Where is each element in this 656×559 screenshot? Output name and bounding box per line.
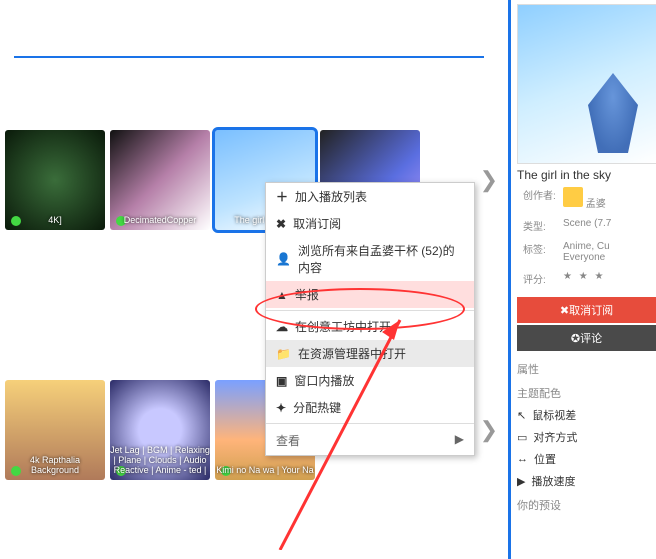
cursor-icon: ↖ bbox=[517, 409, 526, 422]
next-page-icon[interactable]: ❯ bbox=[480, 417, 498, 443]
meta-val: Anime, Cu Everyone bbox=[559, 238, 611, 266]
section-heading: 你的预设 bbox=[517, 497, 656, 513]
meta-key: 类型: bbox=[519, 215, 557, 236]
menu-open-resource-manager[interactable]: 📁 在资源管理器中打开 bbox=[266, 340, 474, 367]
menu-label: 查看 bbox=[276, 432, 300, 449]
menu-label: 加入播放列表 bbox=[295, 188, 367, 205]
thumb-item[interactable]: 4K] bbox=[5, 130, 105, 230]
play-icon: ▶ bbox=[517, 475, 525, 488]
menu-separator bbox=[266, 423, 474, 424]
meta-val: Scene (7.7 bbox=[559, 215, 611, 236]
key-icon: ✦ bbox=[276, 401, 286, 415]
menu-label: 在资源管理器中打开 bbox=[298, 345, 406, 362]
menu-label: 分配热键 bbox=[293, 399, 341, 416]
thumb-item[interactable]: DecimatedCopper bbox=[110, 130, 210, 230]
thumb-item[interactable]: 4k Rapthalia Background bbox=[5, 380, 105, 480]
folder-icon: 📁 bbox=[276, 347, 291, 361]
meta-val: 孟婆 bbox=[559, 184, 611, 213]
thumb-caption: Jet Lag | BGM | Relaxing | Plane | Cloud… bbox=[110, 446, 210, 476]
menu-play-in-window[interactable]: ▣ 窗口内播放 bbox=[266, 367, 474, 394]
prop-label: 播放速度 bbox=[531, 473, 575, 489]
comment-button[interactable]: ✪评论 bbox=[517, 325, 656, 351]
context-menu: ＋ 加入播放列表 ✖ 取消订阅 👤 浏览所有来自孟婆干杯 (52)的内容 ▲ 举报 ☁ 在… bbox=[265, 182, 475, 456]
menu-separator bbox=[266, 310, 474, 311]
section-heading: 主题配色 bbox=[517, 385, 656, 401]
close-icon: ✖ bbox=[276, 217, 286, 231]
meta-key: 评分: bbox=[519, 268, 557, 289]
menu-label: 浏览所有来自孟婆干杯 (52)的内容 bbox=[298, 242, 464, 276]
meta-table: 创作者: 孟婆 类型:Scene (7.7 标签:Anime, Cu Every… bbox=[517, 182, 613, 291]
meta-key: 标签: bbox=[519, 238, 557, 266]
author-name[interactable]: 孟婆 bbox=[586, 199, 606, 210]
warning-icon: ▲ bbox=[276, 288, 288, 302]
prop-parallax[interactable]: ↖ 鼠标视差 bbox=[517, 407, 656, 423]
avatar bbox=[563, 187, 583, 207]
menu-label: 取消订阅 bbox=[293, 215, 341, 232]
chevron-right-icon: ▶ bbox=[455, 432, 464, 449]
plus-icon: ＋ bbox=[276, 188, 288, 205]
menu-unsubscribe[interactable]: ✖ 取消订阅 bbox=[266, 210, 474, 237]
wallpaper-title: The girl in the sky bbox=[517, 168, 656, 182]
menu-open-workshop[interactable]: ☁ 在创意工坊中打开 bbox=[266, 313, 474, 340]
preview-image bbox=[517, 4, 656, 164]
prop-label: 对齐方式 bbox=[533, 429, 577, 445]
menu-browse-author[interactable]: 👤 浏览所有来自孟婆干杯 (52)的内容 bbox=[266, 237, 474, 281]
menu-assign-hotkey[interactable]: ✦ 分配热键 bbox=[266, 394, 474, 421]
unsubscribe-button[interactable]: ✖取消订阅 bbox=[517, 297, 656, 323]
menu-add-playlist[interactable]: ＋ 加入播放列表 bbox=[266, 183, 474, 210]
cloud-icon: ☁ bbox=[276, 320, 288, 334]
menu-label: 举报 bbox=[295, 286, 319, 303]
menu-report[interactable]: ▲ 举报 bbox=[266, 281, 474, 308]
move-icon: ↔ bbox=[517, 453, 528, 465]
menu-label: 在创意工坊中打开 bbox=[295, 318, 391, 335]
prop-position[interactable]: ↔ 位置 bbox=[517, 451, 656, 467]
thumb-caption: 4K] bbox=[5, 216, 105, 226]
thumb-caption: DecimatedCopper bbox=[110, 216, 210, 226]
align-icon: ▭ bbox=[517, 431, 527, 444]
window-icon: ▣ bbox=[276, 374, 287, 388]
user-icon: 👤 bbox=[276, 252, 291, 266]
next-page-icon[interactable]: ❯ bbox=[480, 167, 498, 193]
section-heading: 属性 bbox=[517, 361, 656, 377]
prop-label: 鼠标视差 bbox=[532, 407, 576, 423]
prop-speed[interactable]: ▶ 播放速度 bbox=[517, 473, 656, 489]
thumb-item[interactable]: Jet Lag | BGM | Relaxing | Plane | Cloud… bbox=[110, 380, 210, 480]
thumb-caption: 4k Rapthalia Background bbox=[5, 456, 105, 476]
menu-view[interactable]: 查看 ▶ bbox=[266, 426, 474, 455]
prop-label: 位置 bbox=[534, 451, 556, 467]
detail-panel: The girl in the sky 创作者: 孟婆 类型:Scene (7.… bbox=[508, 0, 656, 559]
rating-stars: ★ ★ ★ bbox=[559, 268, 611, 289]
menu-label: 窗口内播放 bbox=[294, 372, 354, 389]
thumb-caption: Kimi no Na wa | Your Na bbox=[215, 466, 315, 476]
meta-key: 创作者: bbox=[519, 184, 557, 213]
prop-align[interactable]: ▭ 对齐方式 bbox=[517, 429, 656, 445]
